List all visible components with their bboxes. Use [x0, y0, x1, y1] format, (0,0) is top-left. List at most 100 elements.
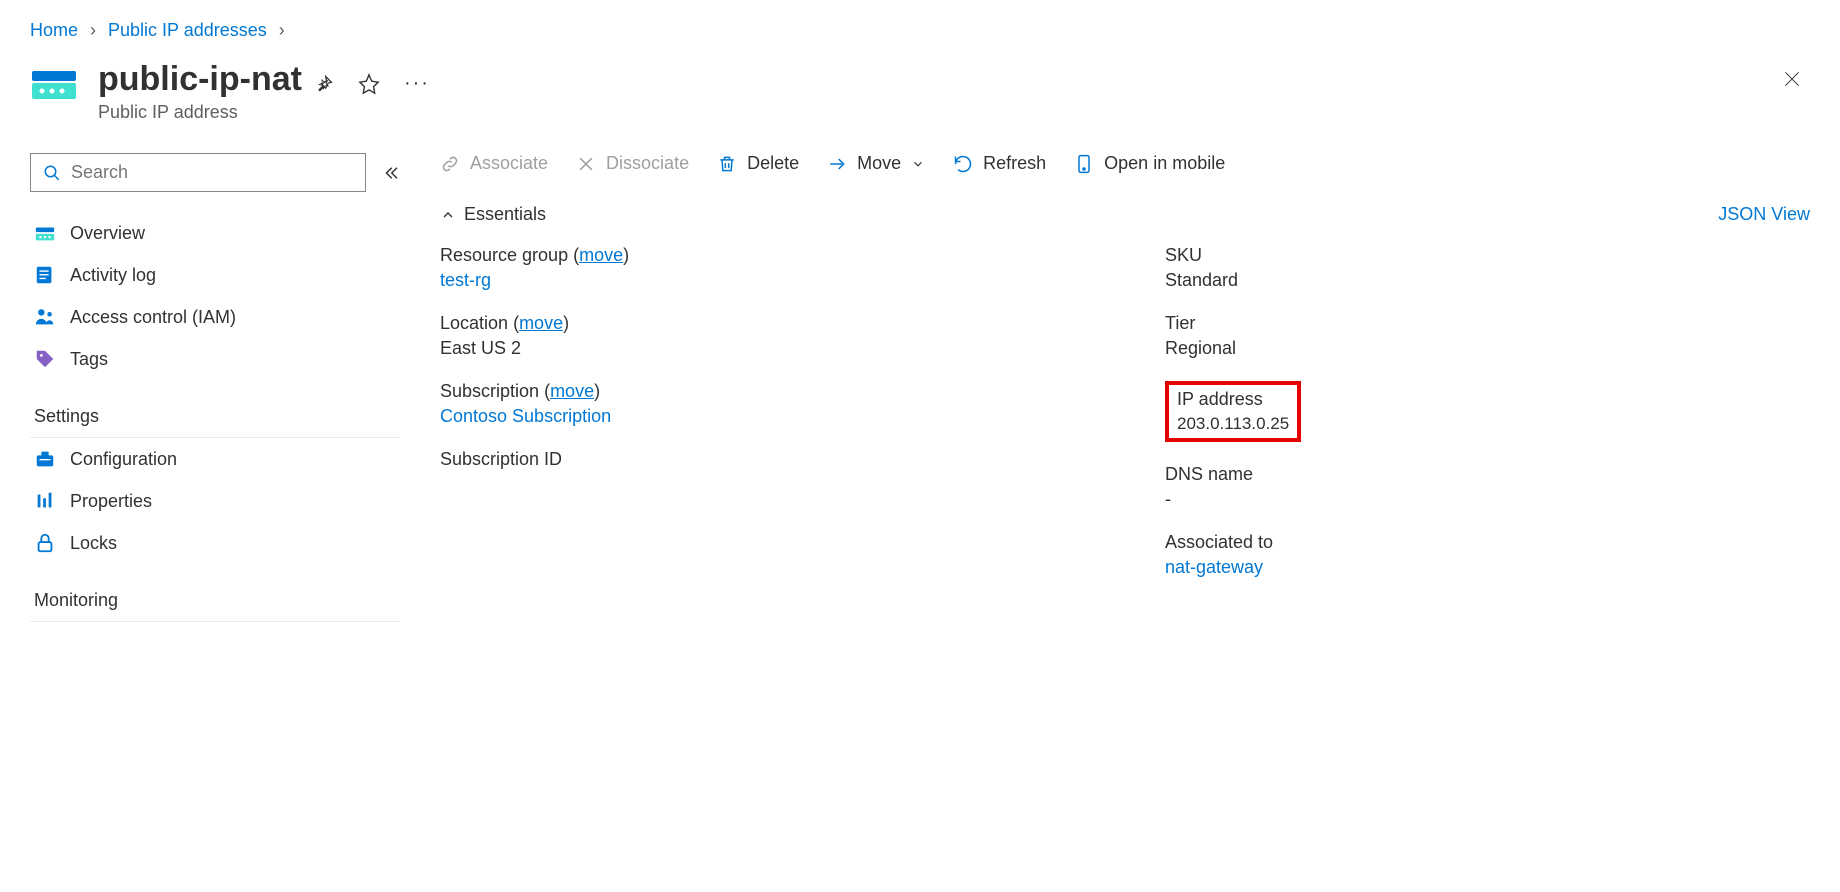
essentials-grid: Resource group (move) test-rg Location (…	[440, 245, 1810, 600]
move-link[interactable]: move	[519, 313, 563, 333]
title-block: public-ip-nat ··· Public IP address	[98, 61, 430, 123]
sidebar-item-activity-log[interactable]: Activity log	[30, 254, 400, 296]
delete-button[interactable]: Delete	[717, 153, 799, 174]
ess-tier: Tier Regional	[1165, 313, 1810, 359]
essentials-row: Essentials JSON View	[440, 204, 1810, 225]
sidebar-item-label: Properties	[70, 491, 152, 512]
move-button[interactable]: Move	[827, 153, 925, 174]
breadcrumb: Home › Public IP addresses ›	[30, 20, 1810, 41]
open-mobile-button[interactable]: Open in mobile	[1074, 153, 1225, 174]
breadcrumb-public-ip-addresses[interactable]: Public IP addresses	[108, 20, 267, 41]
essentials-label: Essentials	[464, 204, 546, 225]
ess-dns-name: DNS name -	[1165, 464, 1810, 510]
search-box[interactable]	[30, 153, 366, 192]
chevron-down-icon	[911, 157, 925, 171]
ess-label: Resource group (move)	[440, 245, 1085, 266]
ess-subscription: Subscription (move) Contoso Subscription	[440, 381, 1085, 427]
configuration-icon	[34, 448, 56, 470]
sidebar-item-label: Locks	[70, 533, 117, 554]
sidebar-item-label: Access control (IAM)	[70, 307, 236, 328]
move-icon	[827, 154, 847, 174]
more-icon[interactable]: ···	[404, 72, 430, 95]
main-layout: Overview Activity log Access control (IA…	[30, 153, 1810, 622]
ess-ip-address: IP address 203.0.113.0.25	[1165, 381, 1810, 442]
highlight-box: IP address 203.0.113.0.25	[1165, 381, 1301, 442]
sidebar-item-properties[interactable]: Properties	[30, 480, 400, 522]
ess-subscription-id: Subscription ID	[440, 449, 1085, 470]
collapse-icon[interactable]	[382, 164, 400, 182]
ess-value-tier: Regional	[1165, 338, 1810, 359]
search-icon	[43, 164, 61, 182]
breadcrumb-sep: ›	[279, 20, 285, 41]
sidebar-item-tags[interactable]: Tags	[30, 338, 400, 380]
ess-label: Location (move)	[440, 313, 1085, 334]
toolbar-label: Open in mobile	[1104, 153, 1225, 174]
header-left: public-ip-nat ··· Public IP address	[30, 61, 430, 123]
move-link[interactable]: move	[579, 245, 623, 265]
properties-icon	[34, 490, 56, 512]
ess-label: Subscription ID	[440, 449, 1085, 470]
ess-label: Associated to	[1165, 532, 1810, 553]
move-link[interactable]: move	[550, 381, 594, 401]
ess-value-associated[interactable]: nat-gateway	[1165, 557, 1810, 578]
star-icon[interactable]	[358, 73, 380, 95]
associate-icon	[440, 154, 460, 174]
sidebar-item-label: Configuration	[70, 449, 177, 470]
breadcrumb-home[interactable]: Home	[30, 20, 78, 41]
section-header-monitoring: Monitoring	[30, 582, 400, 622]
refresh-button[interactable]: Refresh	[953, 153, 1046, 174]
associate-button: Associate	[440, 153, 548, 174]
ess-value-ip: 203.0.113.0.25	[1177, 414, 1289, 434]
locks-icon	[34, 532, 56, 554]
ess-label: Tier	[1165, 313, 1810, 334]
ess-label: DNS name	[1165, 464, 1810, 485]
dissociate-button: Dissociate	[576, 153, 689, 174]
chevron-up-icon	[440, 207, 456, 223]
toolbar: Associate Dissociate Delete Move	[440, 153, 1810, 174]
close-button[interactable]	[1774, 61, 1810, 97]
essentials-left-col: Resource group (move) test-rg Location (…	[440, 245, 1085, 600]
section-header-settings: Settings	[30, 398, 400, 438]
ess-value-resource-group[interactable]: test-rg	[440, 270, 1085, 291]
sidebar-item-label: Overview	[70, 223, 145, 244]
toolbar-label: Delete	[747, 153, 799, 174]
delete-icon	[717, 154, 737, 174]
json-view-link[interactable]: JSON View	[1718, 204, 1810, 225]
search-row	[30, 153, 400, 192]
ess-associated-to: Associated to nat-gateway	[1165, 532, 1810, 578]
activity-log-icon	[34, 264, 56, 286]
ess-value-sku: Standard	[1165, 270, 1810, 291]
toolbar-label: Dissociate	[606, 153, 689, 174]
breadcrumb-sep: ›	[90, 20, 96, 41]
ess-label: SKU	[1165, 245, 1810, 266]
ess-location: Location (move) East US 2	[440, 313, 1085, 359]
title-actions: ···	[314, 72, 430, 95]
sidebar-item-overview[interactable]: Overview	[30, 212, 400, 254]
tags-icon	[34, 348, 56, 370]
overview-icon	[34, 222, 56, 244]
essentials-toggle[interactable]: Essentials	[440, 204, 546, 225]
sidebar-item-label: Activity log	[70, 265, 156, 286]
toolbar-label: Associate	[470, 153, 548, 174]
sidebar-item-label: Tags	[70, 349, 108, 370]
search-input[interactable]	[71, 162, 353, 183]
toolbar-label: Refresh	[983, 153, 1046, 174]
sidebar: Overview Activity log Access control (IA…	[30, 153, 400, 622]
page-header: public-ip-nat ··· Public IP address	[30, 61, 1810, 123]
ess-sku: SKU Standard	[1165, 245, 1810, 291]
public-ip-icon	[30, 61, 78, 109]
content: Associate Dissociate Delete Move	[440, 153, 1810, 622]
ess-value-location: East US 2	[440, 338, 1085, 359]
ess-resource-group: Resource group (move) test-rg	[440, 245, 1085, 291]
toolbar-label: Move	[857, 153, 901, 174]
access-control-icon	[34, 306, 56, 328]
page-title: public-ip-nat	[98, 61, 302, 98]
dissociate-icon	[576, 154, 596, 174]
refresh-icon	[953, 154, 973, 174]
pin-icon[interactable]	[314, 74, 334, 94]
sidebar-item-configuration[interactable]: Configuration	[30, 438, 400, 480]
sidebar-item-locks[interactable]: Locks	[30, 522, 400, 564]
sidebar-item-access-control[interactable]: Access control (IAM)	[30, 296, 400, 338]
ess-label: Subscription (move)	[440, 381, 1085, 402]
ess-value-subscription[interactable]: Contoso Subscription	[440, 406, 1085, 427]
